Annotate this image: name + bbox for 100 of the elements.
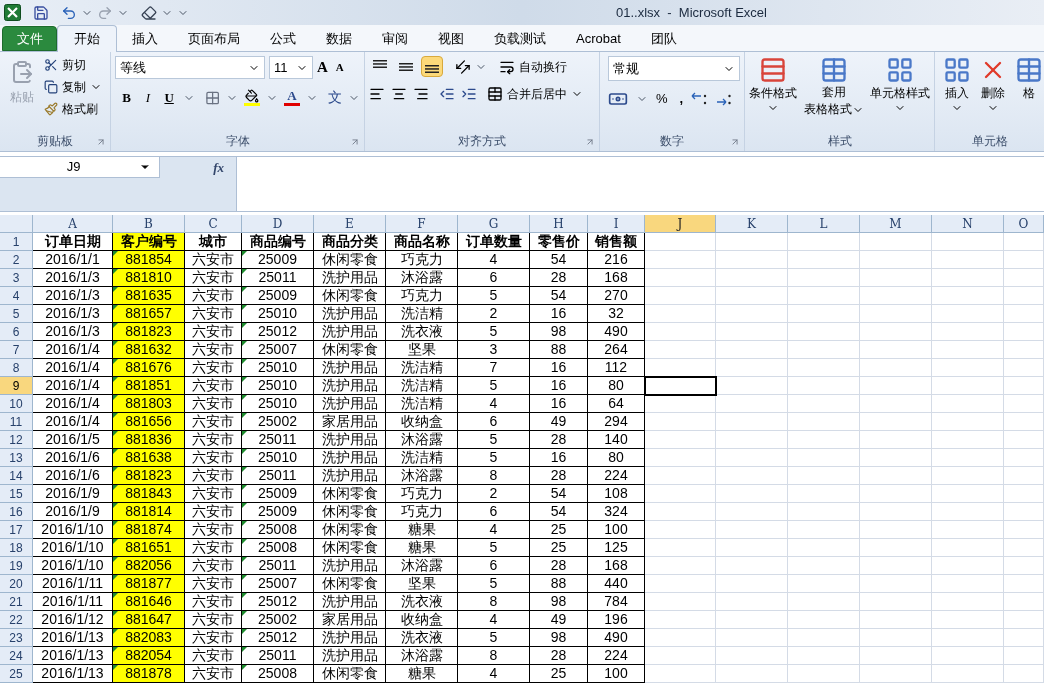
empty-cell[interactable] bbox=[860, 539, 932, 557]
empty-cell[interactable] bbox=[716, 287, 788, 305]
empty-cell[interactable] bbox=[716, 251, 788, 269]
empty-cell[interactable] bbox=[645, 395, 716, 413]
empty-cell[interactable] bbox=[645, 341, 716, 359]
conditional-format-button[interactable]: 条件格式 bbox=[749, 56, 797, 114]
empty-cell[interactable] bbox=[1004, 647, 1044, 665]
row-header[interactable]: 17 bbox=[0, 521, 33, 539]
empty-cell[interactable] bbox=[1004, 305, 1044, 323]
row-header[interactable]: 10 bbox=[0, 395, 33, 413]
comma-button[interactable]: , bbox=[679, 89, 684, 109]
empty-cell[interactable] bbox=[716, 665, 788, 683]
ribbon-tab[interactable]: 团队 bbox=[635, 26, 692, 51]
empty-cell[interactable] bbox=[788, 251, 860, 269]
empty-cell[interactable] bbox=[788, 305, 860, 323]
row-header[interactable]: 5 bbox=[0, 305, 33, 323]
empty-cell[interactable] bbox=[716, 341, 788, 359]
empty-cell[interactable] bbox=[1004, 377, 1044, 395]
ribbon-tab[interactable]: 文件 bbox=[2, 26, 57, 51]
align-left-icon[interactable] bbox=[369, 86, 385, 102]
empty-cell[interactable] bbox=[932, 629, 1004, 647]
ribbon-tab[interactable]: Acrobat bbox=[561, 26, 636, 51]
column-header[interactable]: O bbox=[1004, 215, 1044, 233]
empty-cell[interactable] bbox=[1004, 359, 1044, 377]
insert-function-label[interactable]: fx bbox=[213, 157, 224, 178]
empty-cell[interactable] bbox=[860, 269, 932, 287]
empty-cell[interactable] bbox=[788, 665, 860, 683]
empty-cell[interactable] bbox=[788, 467, 860, 485]
column-header[interactable]: F bbox=[386, 215, 458, 233]
empty-cell[interactable] bbox=[645, 521, 716, 539]
empty-cell[interactable] bbox=[1004, 665, 1044, 683]
empty-cell[interactable] bbox=[716, 323, 788, 341]
row-header[interactable]: 2 bbox=[0, 251, 33, 269]
empty-cell[interactable] bbox=[1004, 485, 1044, 503]
ribbon-tab[interactable]: 开始 bbox=[57, 25, 117, 52]
empty-cell[interactable] bbox=[645, 485, 716, 503]
empty-cell[interactable] bbox=[788, 539, 860, 557]
empty-cell[interactable] bbox=[788, 431, 860, 449]
name-box[interactable]: J9 bbox=[0, 157, 160, 178]
empty-cell[interactable] bbox=[716, 539, 788, 557]
empty-cell[interactable] bbox=[645, 251, 716, 269]
row-header[interactable]: 3 bbox=[0, 269, 33, 287]
fill-color-icon[interactable] bbox=[244, 89, 260, 106]
empty-cell[interactable] bbox=[860, 575, 932, 593]
empty-cell[interactable] bbox=[1004, 503, 1044, 521]
empty-cell[interactable] bbox=[716, 647, 788, 665]
empty-cell[interactable] bbox=[860, 521, 932, 539]
ribbon-tab[interactable]: 审阅 bbox=[367, 26, 423, 51]
empty-cell[interactable] bbox=[932, 323, 1004, 341]
empty-cell[interactable] bbox=[860, 431, 932, 449]
column-header[interactable]: H bbox=[530, 215, 588, 233]
row-header[interactable]: 8 bbox=[0, 359, 33, 377]
row-header[interactable]: 15 bbox=[0, 485, 33, 503]
empty-cell[interactable] bbox=[1004, 449, 1044, 467]
empty-cell[interactable] bbox=[716, 233, 788, 251]
redo-icon[interactable] bbox=[97, 4, 113, 21]
empty-cell[interactable] bbox=[645, 269, 716, 287]
empty-cell[interactable] bbox=[932, 251, 1004, 269]
empty-cell[interactable] bbox=[1004, 323, 1044, 341]
bold-button[interactable]: B bbox=[119, 87, 135, 108]
empty-cell[interactable] bbox=[932, 233, 1004, 251]
cell-styles-button[interactable]: 单元格样式 bbox=[870, 56, 930, 114]
empty-cell[interactable] bbox=[788, 377, 860, 395]
increase-indent-icon[interactable] bbox=[461, 86, 477, 102]
empty-cell[interactable] bbox=[1004, 575, 1044, 593]
empty-cell[interactable] bbox=[1004, 341, 1044, 359]
row-header[interactable]: 21 bbox=[0, 593, 33, 611]
empty-cell[interactable] bbox=[932, 377, 1004, 395]
row-header[interactable]: 12 bbox=[0, 431, 33, 449]
empty-cell[interactable] bbox=[932, 593, 1004, 611]
empty-cell[interactable] bbox=[645, 305, 716, 323]
empty-cell[interactable] bbox=[716, 413, 788, 431]
row-header[interactable]: 13 bbox=[0, 449, 33, 467]
empty-cell[interactable] bbox=[932, 341, 1004, 359]
empty-cell[interactable] bbox=[716, 503, 788, 521]
column-header[interactable]: I bbox=[588, 215, 645, 233]
vertical-align-button[interactable] bbox=[421, 56, 443, 77]
empty-cell[interactable] bbox=[932, 449, 1004, 467]
empty-cell[interactable] bbox=[645, 431, 716, 449]
empty-cell[interactable] bbox=[932, 611, 1004, 629]
empty-cell[interactable] bbox=[932, 413, 1004, 431]
column-header[interactable]: K bbox=[716, 215, 788, 233]
empty-cell[interactable] bbox=[860, 503, 932, 521]
empty-cell[interactable] bbox=[932, 557, 1004, 575]
empty-cell[interactable] bbox=[860, 647, 932, 665]
empty-cell[interactable] bbox=[788, 521, 860, 539]
empty-cell[interactable] bbox=[716, 629, 788, 647]
empty-cell[interactable] bbox=[788, 575, 860, 593]
undo-icon[interactable] bbox=[61, 4, 77, 21]
empty-cell[interactable] bbox=[645, 557, 716, 575]
eraser-icon[interactable] bbox=[141, 4, 157, 21]
percent-button[interactable]: % bbox=[656, 89, 668, 109]
empty-cell[interactable] bbox=[1004, 629, 1044, 647]
empty-cell[interactable] bbox=[716, 359, 788, 377]
empty-cell[interactable] bbox=[788, 341, 860, 359]
row-header[interactable]: 18 bbox=[0, 539, 33, 557]
empty-cell[interactable] bbox=[645, 413, 716, 431]
empty-cell[interactable] bbox=[788, 359, 860, 377]
empty-cell[interactable] bbox=[860, 359, 932, 377]
empty-cell[interactable] bbox=[1004, 611, 1044, 629]
